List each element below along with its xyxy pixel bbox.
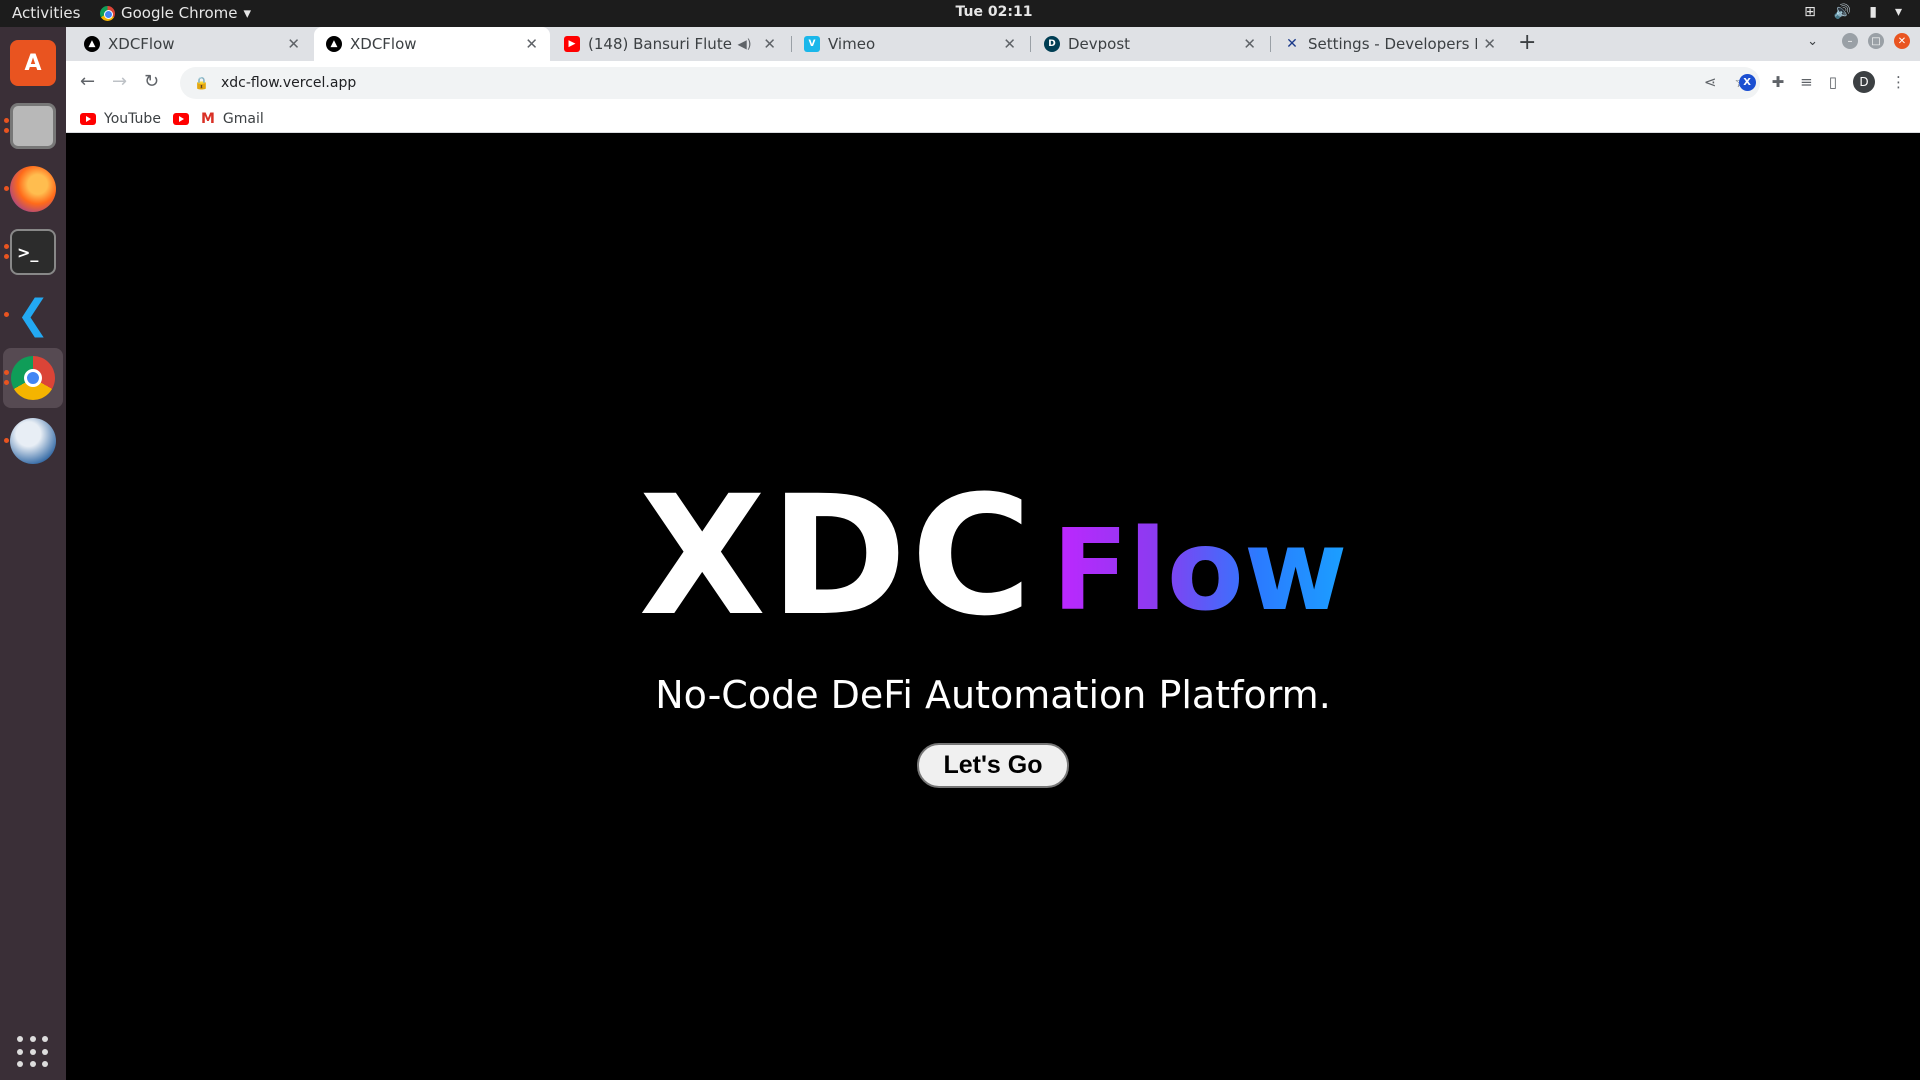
terminal-icon: >_ [10, 229, 56, 275]
logo-main-text: XDC [638, 460, 1036, 652]
close-window-icon[interactable]: ✕ [1894, 33, 1910, 49]
ubuntu-software-icon: A [10, 40, 56, 86]
bookmark-label: YouTube [104, 110, 161, 127]
bookmarks-bar: YouTube M Gmail [66, 105, 1920, 133]
running-indicator [4, 128, 9, 133]
bookmark-label: Gmail [222, 110, 264, 127]
lets-go-button[interactable]: Let's Go [917, 743, 1069, 788]
bookmark-gmail[interactable]: M Gmail [201, 111, 264, 127]
tab-separator [1270, 36, 1271, 52]
dock-vscode[interactable]: ❮ [3, 285, 63, 345]
tab-title: (148) Bansuri Flute Mu [588, 35, 732, 53]
close-icon[interactable]: ✕ [1483, 35, 1496, 53]
share-icon[interactable]: ⋖ [1704, 73, 1717, 91]
url-text[interactable]: xdc-flow.vercel.app [221, 75, 356, 91]
speaker-icon[interactable]: ◀) [738, 37, 752, 51]
tab-vimeo[interactable]: V Vimeo ✕ [792, 27, 1028, 61]
system-top-bar: Activities Google Chrome ▾ Tue 02:11 ⊞ 🔊… [0, 0, 1920, 27]
gmail-icon: M [200, 110, 215, 127]
vimeo-icon: V [804, 36, 820, 52]
chrome-window: ▲ XDCFlow ✕ ▲ XDCFlow ✕ ▶ (148) Bansuri … [66, 27, 1920, 1080]
forward-icon[interactable]: → [112, 71, 127, 92]
running-indicator [4, 244, 9, 249]
media-controls-icon[interactable]: ≡ [1800, 73, 1813, 91]
tab-title: XDCFlow [350, 35, 417, 53]
running-indicator [4, 438, 9, 443]
tab-xdcflow-2[interactable]: ▲ XDCFlow ✕ [314, 27, 550, 61]
devpost-icon: D [1044, 36, 1060, 52]
new-tab-button[interactable]: + [1518, 30, 1536, 55]
vscode-icon: ❮ [16, 292, 50, 338]
dock-ubuntu-software[interactable]: A [3, 33, 63, 93]
tab-title: Settings - Developers For [1308, 35, 1477, 53]
show-applications-button[interactable] [17, 1036, 49, 1068]
tab-strip: ▲ XDCFlow ✕ ▲ XDCFlow ✕ ▶ (148) Bansuri … [66, 27, 1920, 61]
hero-section: XDC Flow No-Code DeFi Automation Platfor… [66, 474, 1920, 788]
tab-devpost[interactable]: D Devpost ✕ [1032, 27, 1268, 61]
tab-search-icon[interactable]: ⌄ [1807, 34, 1818, 49]
tab-title: Devpost [1068, 35, 1131, 53]
close-icon[interactable]: ✕ [287, 35, 300, 53]
vercel-icon: ▲ [84, 36, 100, 52]
clock[interactable]: Tue 02:11 [0, 4, 1920, 20]
tab-xdcflow-1[interactable]: ▲ XDCFlow ✕ [72, 27, 312, 61]
running-indicator [4, 254, 9, 259]
running-indicator [4, 380, 9, 385]
menu-kebab-icon[interactable]: ⋮ [1891, 73, 1906, 91]
youtube-icon: ▶ [564, 36, 580, 52]
network-icon: ⊞ [1804, 4, 1816, 20]
extensions-puzzle-icon[interactable]: ✚ [1772, 73, 1785, 91]
youtube-icon [80, 112, 96, 125]
screen-recorder-icon [10, 418, 56, 464]
running-indicator [4, 370, 9, 375]
maximize-icon[interactable]: □ [1868, 33, 1884, 49]
lock-icon[interactable]: 🔒 [194, 76, 209, 90]
dock-chrome[interactable] [3, 348, 63, 408]
vercel-icon: ▲ [326, 36, 342, 52]
files-icon [10, 103, 56, 149]
profile-avatar[interactable]: D [1853, 71, 1875, 93]
browser-toolbar: ← → ↻ 🔒 xdc-flow.vercel.app ⋖ ☆ X ✚ ≡ ▯ … [66, 61, 1920, 105]
chrome-icon [11, 356, 55, 400]
xdcflow-logo: XDC Flow [639, 474, 1348, 639]
logo-accent-text: Flow [1051, 506, 1348, 636]
window-controls: ⌄ – □ ✕ [1807, 33, 1910, 49]
close-icon[interactable]: ✕ [763, 35, 776, 53]
page-content: XDC Flow No-Code DeFi Automation Platfor… [66, 134, 1920, 1080]
bookmark-youtube-icon-only[interactable] [172, 112, 189, 125]
address-bar[interactable]: 🔒 xdc-flow.vercel.app ⋖ ☆ [180, 67, 1760, 99]
back-icon[interactable]: ← [80, 71, 95, 92]
tab-separator [1030, 36, 1031, 52]
tagline: No-Code DeFi Automation Platform. [655, 673, 1331, 717]
running-indicator [4, 186, 9, 191]
system-tray[interactable]: ⊞ 🔊 ▮ ▾ [1804, 4, 1902, 20]
toolbar-actions: X ✚ ≡ ▯ D ⋮ [1738, 71, 1906, 93]
battery-icon: ▮ [1869, 4, 1877, 20]
x-icon: ✕ [1286, 36, 1298, 52]
close-icon[interactable]: ✕ [525, 35, 538, 53]
dock-firefox[interactable] [3, 159, 63, 219]
tab-title: XDCFlow [108, 35, 175, 53]
dock-files[interactable] [3, 96, 63, 156]
close-icon[interactable]: ✕ [1243, 35, 1256, 53]
side-panel-icon[interactable]: ▯ [1829, 73, 1837, 91]
running-indicator [4, 312, 9, 317]
dock-terminal[interactable]: >_ [3, 222, 63, 282]
tab-youtube[interactable]: ▶ (148) Bansuri Flute Mu ◀) ✕ [552, 27, 788, 61]
volume-icon: 🔊 [1833, 4, 1852, 20]
minimize-icon[interactable]: – [1842, 33, 1858, 49]
dock: A >_ ❮ [0, 27, 66, 1080]
chevron-down-icon: ▾ [1894, 4, 1902, 20]
bookmark-youtube[interactable]: YouTube [80, 111, 161, 127]
running-indicator [4, 118, 9, 123]
firefox-icon [10, 166, 56, 212]
tab-title: Vimeo [828, 35, 876, 53]
extension-x-icon[interactable]: X [1738, 73, 1756, 91]
dock-screen-recorder[interactable] [3, 411, 63, 471]
youtube-icon [172, 112, 189, 125]
reload-icon[interactable]: ↻ [144, 71, 159, 92]
tab-settings-developers[interactable]: ✕ Settings - Developers For ✕ [1272, 27, 1508, 61]
close-icon[interactable]: ✕ [1003, 35, 1016, 53]
